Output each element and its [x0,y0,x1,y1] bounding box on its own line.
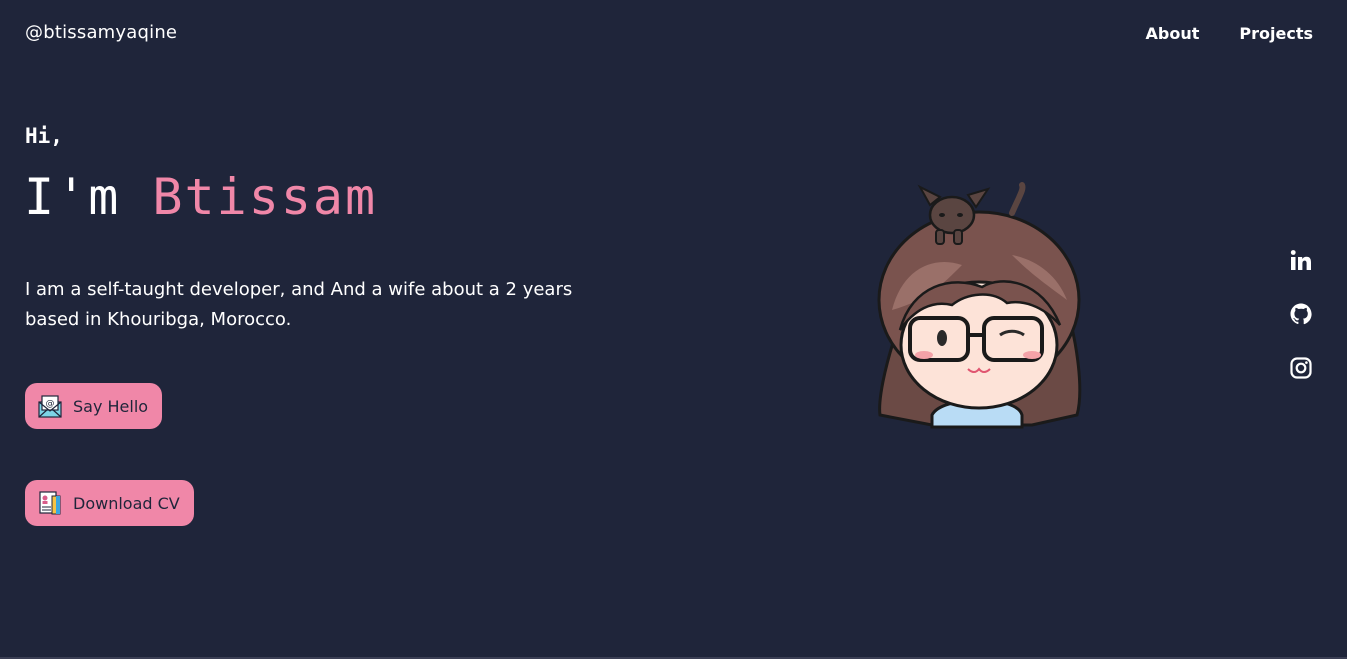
intro-text: I am a self-taught developer, and And a … [25,279,573,330]
svg-text:@: @ [46,399,55,409]
social-links [1288,247,1314,381]
nav-link-projects[interactable]: Projects [1239,24,1313,43]
download-cv-button[interactable]: Download CV [25,480,194,526]
linkedin-icon[interactable] [1288,247,1314,273]
brand-handle[interactable]: @btissamyaqine [25,22,177,43]
nav-link-about[interactable]: About [1146,24,1200,43]
hero-title-prefix: I'm [24,168,121,226]
download-cv-label: Download CV [73,493,180,513]
greeting: Hi, [25,124,63,148]
hero-title-name: Btissam [152,168,378,226]
avatar-illustration [877,182,1082,429]
nav-links: About Projects [1146,24,1313,43]
say-hello-button[interactable]: @ Say Hello [25,383,163,429]
resume-document-icon [39,491,61,515]
email-envelope-icon: @ [38,395,62,418]
say-hello-label: Say Hello [73,396,149,416]
instagram-icon[interactable] [1288,355,1314,381]
github-icon[interactable] [1288,301,1314,327]
hero-title: I'm Btissam [24,165,377,229]
